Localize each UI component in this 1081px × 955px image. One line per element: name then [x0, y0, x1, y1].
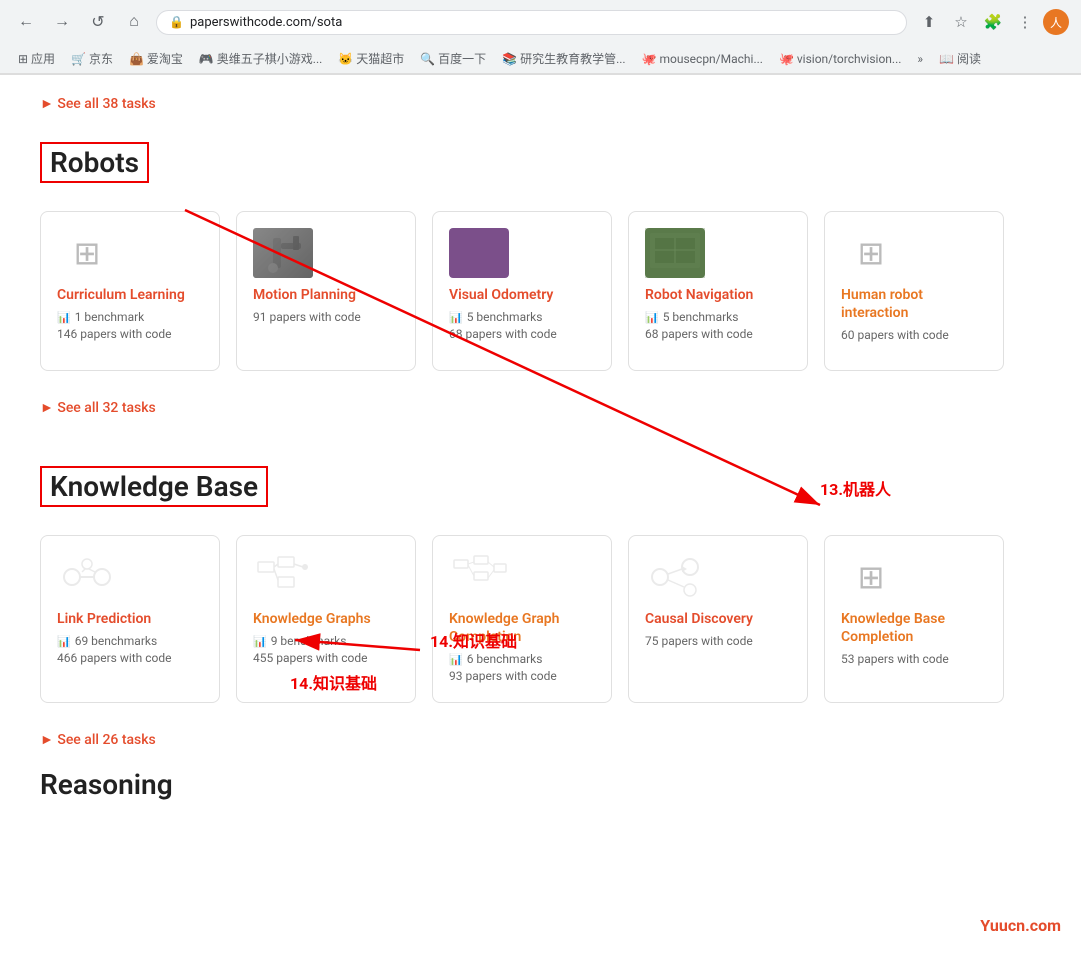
card-curriculum-learning[interactable]: ⊞ Curriculum Learning 📊 1 benchmark 146 … [40, 211, 220, 371]
card-kg-completion[interactable]: Knowledge Graph Completion 📊 6 benchmark… [432, 535, 612, 703]
knowledge-base-cards-grid: Link Prediction 📊 69 benchmarks 466 pape… [40, 535, 1041, 703]
card-stat-benchmark-visual: 📊 5 benchmarks [449, 310, 595, 324]
card-human-robot[interactable]: ⊞ Human robot interaction 60 papers with… [824, 211, 1004, 371]
card-image-visual [449, 228, 509, 278]
placeholder-icon-3: ⊞ [858, 558, 885, 596]
see-all-26-link[interactable]: ► See all 26 tasks [40, 711, 1041, 758]
card-stat-benchmark-curriculum: 📊 1 benchmark [57, 310, 203, 324]
browser-actions: ⬆ ☆ 🧩 ⋮ 人 [915, 8, 1069, 36]
page-content: ► See all 38 tasks Robots ⊞ Curriculum L… [0, 75, 1081, 801]
address-bar[interactable]: 🔒 paperswithcode.com/sota [156, 10, 907, 35]
card-stat-papers-curriculum: 146 papers with code [57, 327, 203, 341]
profile-icon[interactable]: 人 [1043, 9, 1069, 35]
see-all-32-link[interactable]: ► See all 32 tasks [40, 379, 1041, 426]
bookmark-button[interactable]: ☆ [947, 8, 975, 36]
back-button[interactable]: ← [12, 8, 40, 36]
see-all-38-link[interactable]: ► See all 38 tasks [40, 75, 1041, 122]
card-stat-papers-kgc: 93 papers with code [449, 669, 595, 683]
card-title-robot-nav: Robot Navigation [645, 286, 791, 304]
browser-toolbar: ← → ↺ ⌂ 🔒 paperswithcode.com/sota ⬆ ☆ 🧩 … [0, 0, 1081, 44]
card-stat-benchmark-robot-nav: 📊 5 benchmarks [645, 310, 791, 324]
card-stat-papers-causal: 75 papers with code [645, 634, 791, 648]
card-title-causal: Causal Discovery [645, 610, 791, 628]
card-stat-papers-link-pred: 466 papers with code [57, 651, 203, 665]
card-robot-navigation[interactable]: Robot Navigation 📊 5 benchmarks 68 paper… [628, 211, 808, 371]
chart-icon-5: 📊 [253, 635, 267, 648]
watermark: Yuucn.com [980, 916, 1061, 935]
card-title-kbc: Knowledge Base Completion [841, 610, 987, 646]
motion-planning-thumbnail [253, 228, 313, 278]
card-stat-papers-visual: 68 papers with code [449, 327, 595, 341]
refresh-button[interactable]: ↺ [84, 8, 112, 36]
card-image-human-robot: ⊞ [841, 228, 901, 278]
menu-button[interactable]: ⋮ [1011, 8, 1039, 36]
card-link-prediction[interactable]: Link Prediction 📊 69 benchmarks 466 pape… [40, 535, 220, 703]
placeholder-icon-2: ⊞ [858, 234, 885, 272]
chart-icon-4: 📊 [57, 635, 71, 648]
card-visual-odometry[interactable]: Visual Odometry 📊 5 benchmarks 68 papers… [432, 211, 612, 371]
knowledge-base-section: Knowledge Base 14.知识基础 [40, 446, 1041, 758]
card-image-kbc: ⊞ [841, 552, 901, 602]
lock-icon: 🔒 [169, 15, 184, 29]
chart-icon-2: 📊 [449, 311, 463, 324]
robots-heading: Robots [40, 142, 149, 183]
placeholder-icon: ⊞ [74, 234, 101, 272]
bookmark-apps[interactable]: ⊞ 应用 [12, 48, 61, 69]
robots-cards-grid: ⊞ Curriculum Learning 📊 1 benchmark 146 … [40, 211, 1041, 371]
reasoning-section: Reasoning [40, 768, 1041, 801]
bookmarks-bar: ⊞ 应用 🛒 京东 👜 爱淘宝 🎮 奥维五子棋小游戏... 🐱 天猫超市 🔍 百… [0, 44, 1081, 74]
card-knowledge-graphs[interactable]: Knowledge Graphs 📊 9 benchmarks 455 pape… [236, 535, 416, 703]
card-title-motion: Motion Planning [253, 286, 399, 304]
card-title-curriculum: Curriculum Learning [57, 286, 203, 304]
bookmark-read[interactable]: 📖 阅读 [933, 48, 987, 69]
url-text: paperswithcode.com/sota [190, 15, 342, 30]
visual-odometry-thumbnail [449, 228, 509, 278]
bookmark-jd[interactable]: 🛒 京东 [65, 48, 119, 69]
card-stat-benchmark-link-pred: 📊 69 benchmarks [57, 634, 203, 648]
card-title-kg: Knowledge Graphs [253, 610, 399, 628]
bookmark-more[interactable]: » [911, 50, 929, 68]
card-title-visual: Visual Odometry [449, 286, 595, 304]
card-image-causal [645, 552, 705, 602]
bookmark-tmall[interactable]: 🐱 天猫超市 [332, 48, 410, 69]
card-stat-papers-human-robot: 60 papers with code [841, 328, 987, 342]
card-stat-benchmark-kg: 📊 9 benchmarks [253, 634, 399, 648]
bookmark-github1[interactable]: 🐙 mousecpn/Machi... [636, 50, 769, 68]
forward-button[interactable]: → [48, 8, 76, 36]
card-kb-completion[interactable]: ⊞ Knowledge Base Completion 53 papers wi… [824, 535, 1004, 703]
card-image-robot-nav [645, 228, 705, 278]
card-stat-papers-kbc: 53 papers with code [841, 652, 987, 666]
card-title-human-robot: Human robot interaction [841, 286, 987, 322]
chart-icon-3: 📊 [645, 311, 659, 324]
card-image-kg [253, 552, 313, 602]
card-stat-papers-kg: 455 papers with code [253, 651, 399, 665]
robots-section: Robots ⊞ Curriculum Learning 📊 1 benchma… [40, 122, 1041, 426]
bookmark-game[interactable]: 🎮 奥维五子棋小游戏... [193, 48, 328, 69]
chart-icon: 📊 [57, 311, 71, 324]
chart-icon-6: 📊 [449, 653, 463, 666]
card-stat-papers-motion: 91 papers with code [253, 310, 399, 324]
card-stat-benchmark-kgc: 📊 6 benchmarks [449, 652, 595, 666]
bookmark-baidu[interactable]: 🔍 百度一下 [414, 48, 492, 69]
bookmark-research[interactable]: 📚 研究生教育教学管... [496, 48, 631, 69]
card-title-link-pred: Link Prediction [57, 610, 203, 628]
extensions-button[interactable]: 🧩 [979, 8, 1007, 36]
card-image-motion [253, 228, 313, 278]
card-title-kgc: Knowledge Graph Completion [449, 610, 595, 646]
reasoning-heading: Reasoning [40, 768, 1041, 801]
home-button[interactable]: ⌂ [120, 8, 148, 36]
robot-nav-thumbnail [645, 228, 705, 278]
card-stat-papers-robot-nav: 68 papers with code [645, 327, 791, 341]
card-causal-discovery[interactable]: Causal Discovery 75 papers with code [628, 535, 808, 703]
knowledge-base-heading: Knowledge Base [40, 466, 268, 507]
share-button[interactable]: ⬆ [915, 8, 943, 36]
bookmark-github2[interactable]: 🐙 vision/torchvision... [773, 50, 907, 68]
bookmark-taobao[interactable]: 👜 爱淘宝 [123, 48, 189, 69]
card-motion-planning[interactable]: Motion Planning 91 papers with code [236, 211, 416, 371]
card-image-curriculum: ⊞ [57, 228, 117, 278]
card-image-link-pred [57, 552, 117, 602]
browser-chrome: ← → ↺ ⌂ 🔒 paperswithcode.com/sota ⬆ ☆ 🧩 … [0, 0, 1081, 75]
card-image-kgc [449, 552, 509, 602]
